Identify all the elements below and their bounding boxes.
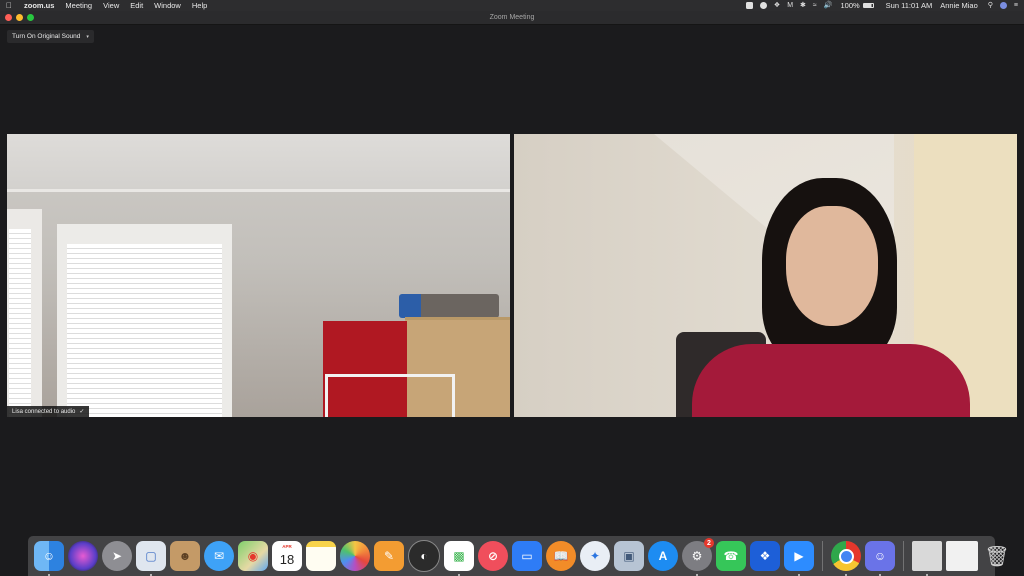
app-store-icon[interactable]: A: [648, 541, 678, 571]
photos-icon[interactable]: [340, 541, 370, 571]
keynote-icon[interactable]: ▭: [512, 541, 542, 571]
bluetooth-icon[interactable]: ✱: [800, 2, 806, 9]
video-tile-self[interactable]: [514, 134, 1017, 417]
video-ceiling: [7, 134, 510, 192]
dropbox-status-icon[interactable]: ❖: [774, 2, 780, 9]
video-person-face: [786, 206, 878, 326]
image-capture-icon[interactable]: ▣: [614, 541, 644, 571]
notification-center-icon[interactable]: ≡: [1014, 2, 1018, 9]
video-window-blinds: [67, 244, 222, 417]
menu-edit[interactable]: Edit: [130, 0, 143, 11]
participant-status-text: Lisa connected to audio: [12, 408, 76, 415]
video-window-left-blinds: [9, 229, 31, 417]
meeting-view: Turn On Original Sound ▾ Lisa connected …: [0, 25, 1024, 536]
zoom-icon[interactable]: ▶: [784, 541, 814, 576]
window-title-bar: Zoom Meeting: [0, 11, 1024, 25]
numbers-icon[interactable]: ▩: [444, 541, 474, 576]
apple-menu-icon[interactable]: : [6, 1, 12, 10]
pages-icon[interactable]: ✎: [374, 541, 404, 571]
dock: ☺ ➤ ▢ ☻ ✉ ◉ APR 18 ✎ ◐ ▩ ⊘ ▭ 📖 ✦ ▣ A ⚙ 2 …: [28, 536, 1010, 576]
menu-view[interactable]: View: [103, 0, 119, 11]
video-white-shelf: [325, 374, 455, 417]
notification-badge: 2: [704, 538, 714, 548]
finder-icon[interactable]: ☺: [34, 541, 64, 576]
video-shelf-items: [399, 294, 499, 318]
volume-icon[interactable]: 🔊: [824, 2, 833, 9]
video-person-sweatshirt: [692, 344, 970, 417]
original-sound-button[interactable]: Turn On Original Sound ▾: [7, 30, 94, 43]
notes-icon[interactable]: [306, 541, 336, 571]
dock-separator: [903, 541, 904, 571]
battery-percent: 100%: [840, 1, 860, 10]
participant-status-label: Lisa connected to audio ✓: [7, 406, 90, 417]
close-window-button[interactable]: [5, 14, 12, 21]
wifi-icon[interactable]: ≈: [813, 2, 817, 9]
menu-bar:  zoom.us Meeting View Edit Window Help …: [0, 0, 1024, 11]
minimized-window-icon[interactable]: [946, 541, 978, 571]
malwarebytes-icon[interactable]: M: [787, 2, 793, 9]
news-icon[interactable]: ⊘: [478, 541, 508, 571]
safari-icon[interactable]: ✦: [580, 541, 610, 571]
chrome-icon[interactable]: [831, 541, 861, 576]
menu-help[interactable]: Help: [192, 0, 207, 11]
dropbox-icon[interactable]: ❖: [750, 541, 780, 571]
checkmark-icon: ✓: [79, 409, 85, 415]
chevron-down-icon[interactable]: ▾: [86, 34, 89, 40]
dock-separator: [822, 541, 823, 571]
contacts-icon[interactable]: ☻: [170, 541, 200, 571]
screen-record-icon[interactable]: [745, 2, 753, 9]
recent-document-icon[interactable]: [912, 541, 942, 576]
trash-icon[interactable]: 🗑: [982, 541, 1012, 571]
menubar-clock[interactable]: Sun 11:01 AM: [886, 0, 933, 11]
preview-icon[interactable]: ▢: [136, 541, 166, 576]
window-title: Zoom Meeting: [489, 14, 535, 21]
calendar-icon[interactable]: APR 18: [272, 541, 302, 571]
video-tile-lisa[interactable]: Lisa connected to audio ✓: [7, 134, 510, 417]
minimize-window-button[interactable]: [16, 14, 23, 21]
original-sound-label: Turn On Original Sound: [12, 33, 81, 40]
menu-meeting[interactable]: Meeting: [65, 0, 92, 11]
siri-icon[interactable]: [999, 2, 1007, 9]
activity-monitor-icon[interactable]: ◐: [408, 540, 440, 572]
maps-icon[interactable]: ◉: [238, 541, 268, 571]
launchpad-icon[interactable]: ➤: [102, 541, 132, 571]
spotlight-search-icon[interactable]: ⚲: [988, 2, 993, 9]
current-user[interactable]: Annie Miao: [940, 0, 978, 11]
siri-icon[interactable]: [68, 541, 98, 571]
books-icon[interactable]: 📖: [546, 541, 576, 571]
menu-window[interactable]: Window: [154, 0, 181, 11]
app-menu[interactable]: zoom.us: [24, 0, 54, 11]
system-preferences-icon[interactable]: ⚙ 2: [682, 538, 714, 576]
calendar-day: 18: [279, 551, 295, 567]
status-item-icon[interactable]: [759, 2, 767, 9]
fullscreen-window-button[interactable]: [27, 14, 34, 21]
messages-icon[interactable]: ✉: [204, 541, 234, 571]
battery-icon[interactable]: [862, 3, 874, 8]
discord-icon[interactable]: ☺: [865, 541, 895, 576]
calendar-month: APR: [282, 544, 292, 549]
facetime-icon[interactable]: ☎: [716, 541, 746, 571]
